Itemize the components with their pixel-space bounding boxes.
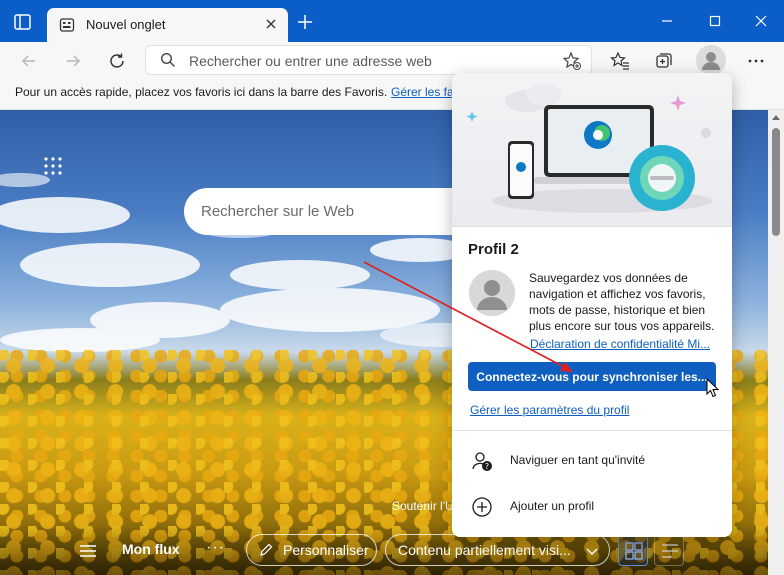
svg-text:?: ?	[485, 462, 489, 471]
mouse-cursor-icon	[706, 377, 720, 398]
sync-illustration	[452, 73, 732, 227]
feed-more-icon[interactable]: ···	[206, 539, 225, 557]
refresh-button[interactable]	[104, 48, 130, 74]
back-button[interactable]	[16, 48, 42, 74]
profile-avatar	[469, 270, 515, 316]
privacy-statement-link[interactable]: Déclaration de confidentialité Mi...	[530, 337, 716, 351]
grid-layout-icon[interactable]	[618, 534, 648, 566]
add-profile-label: Ajouter un profil	[510, 499, 595, 513]
web-search-box[interactable]: Rechercher sur le Web	[184, 188, 474, 235]
forward-button[interactable]	[60, 48, 86, 74]
new-tab-page-icon	[59, 17, 75, 33]
title-bar: Nouvel onglet	[0, 0, 784, 42]
personalize-button[interactable]: Personnaliser	[246, 534, 377, 566]
scrollbar-thumb[interactable]	[772, 128, 780, 236]
list-layout-icon[interactable]	[654, 534, 684, 566]
tab-actions-icon[interactable]	[12, 12, 34, 32]
address-placeholder: Rechercher ou entrer une adresse web	[189, 53, 432, 69]
close-window-button[interactable]	[746, 8, 776, 34]
sync-description: Sauvegardez vos données de navigation et…	[529, 271, 715, 333]
profile-flyout: Profil 2 Sauvegardez vos données de navi…	[452, 73, 732, 537]
content-visibility-label: Contenu partiellement visi...	[398, 542, 571, 558]
tab-title: Nouvel onglet	[86, 17, 166, 32]
browse-as-guest-item[interactable]: ? Naviguer en tant qu'invité	[452, 440, 732, 482]
browse-as-guest-label: Naviguer en tant qu'invité	[510, 453, 646, 467]
hamburger-menu-icon[interactable]	[79, 544, 97, 558]
page-scrollbar[interactable]	[768, 110, 784, 575]
favorites-icon[interactable]	[607, 48, 633, 74]
maximize-button[interactable]	[700, 8, 730, 34]
search-icon	[160, 52, 176, 71]
new-tab-button[interactable]	[294, 11, 316, 33]
web-search-placeholder: Rechercher sur le Web	[201, 203, 355, 220]
collections-icon[interactable]	[651, 48, 677, 74]
chevron-down-icon	[585, 544, 599, 561]
profile-avatar-button[interactable]	[696, 45, 726, 75]
flyout-divider	[452, 430, 732, 431]
tab-new-tab[interactable]: Nouvel onglet	[47, 8, 288, 42]
guest-icon: ?	[471, 450, 493, 472]
add-favorite-icon[interactable]	[562, 51, 582, 74]
close-tab-icon[interactable]	[264, 17, 278, 31]
manage-profile-settings-link[interactable]: Gérer les paramètres du profil	[470, 403, 629, 417]
pencil-icon	[259, 543, 273, 560]
my-feed-tab[interactable]: Mon flux	[122, 541, 180, 557]
support-text[interactable]: Soutenir l'U	[392, 499, 454, 513]
address-bar[interactable]: Rechercher ou entrer une adresse web	[145, 45, 592, 75]
personalize-label: Personnaliser	[283, 542, 369, 558]
add-profile-item[interactable]: Ajouter un profil	[452, 486, 732, 528]
add-profile-icon	[471, 496, 493, 518]
more-menu-icon[interactable]	[743, 48, 769, 74]
profile-name: Profil 2	[468, 241, 519, 258]
favorites-bar-hint: Pour un accès rapide, placez vos favoris…	[15, 85, 388, 99]
scroll-up-icon[interactable]	[772, 115, 780, 120]
minimize-button[interactable]	[652, 8, 682, 34]
app-launcher-icon[interactable]	[44, 157, 62, 175]
sign-in-sync-button[interactable]: Connectez-vous pour synchroniser les...	[468, 362, 716, 391]
content-visibility-select[interactable]: Contenu partiellement visi...	[385, 534, 610, 566]
manage-favorites-link[interactable]: Gérer les fa	[391, 85, 454, 99]
